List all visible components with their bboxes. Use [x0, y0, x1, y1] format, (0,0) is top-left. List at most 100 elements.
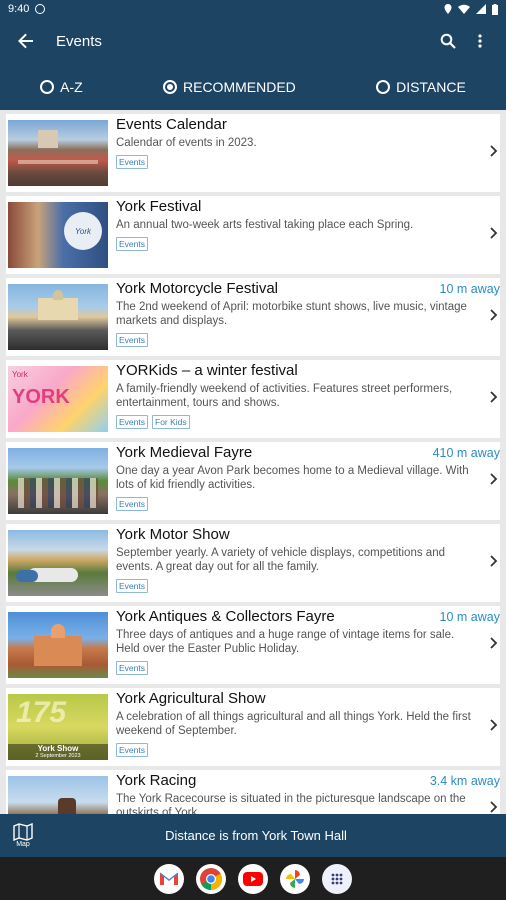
event-list-item[interactable]: York Motor Show September yearly. A vari… — [6, 524, 500, 602]
event-thumbnail — [8, 776, 108, 814]
radio-icon — [40, 80, 55, 94]
event-list-item[interactable]: York Medieval Fayre 410 m away One day a… — [6, 442, 500, 520]
chrome-icon — [200, 867, 222, 890]
back-button[interactable] — [12, 27, 40, 55]
event-tag: Events — [116, 743, 148, 757]
chevron-right-icon — [490, 145, 498, 157]
event-thumbnail — [8, 284, 108, 350]
event-distance: 10 m away — [439, 610, 500, 624]
event-tag: Events — [116, 579, 148, 593]
gmail-app-icon[interactable] — [154, 863, 184, 894]
sort-option-a-z[interactable]: A-Z — [40, 79, 83, 95]
event-distance: 10 m away — [439, 282, 500, 296]
event-list-item[interactable]: 175 York Show 2 September 2023 York Agri… — [6, 688, 500, 766]
youtube-icon — [243, 871, 263, 886]
event-tag: Events — [116, 415, 148, 429]
event-list-item[interactable]: York Antiques & Collectors Fayre 10 m aw… — [6, 606, 500, 684]
agricultural-date-text: 2 September 2023 — [35, 753, 81, 759]
event-list-item[interactable]: York Racing 3.4 km away The York Racecou… — [6, 770, 500, 814]
event-title: York Agricultural Show — [116, 690, 266, 707]
search-icon — [440, 33, 456, 49]
status-bar: 9:40 — [0, 0, 506, 18]
event-description: September yearly. A variety of vehicle d… — [116, 547, 445, 573]
event-tag: For Kids — [152, 415, 190, 429]
event-thumbnail — [8, 448, 108, 514]
arrow-back-icon — [18, 33, 33, 49]
event-list-item[interactable]: York YORK YORKids – a winter festival A … — [6, 360, 500, 438]
event-title: York Motor Show — [116, 526, 230, 543]
event-distance: 410 m away — [432, 446, 500, 460]
chevron-right-icon — [490, 473, 498, 485]
event-description: One day a year Avon Park becomes home to… — [116, 465, 469, 491]
more-vert-icon — [478, 34, 482, 48]
bottom-bar: Map Distance is from York Town Hall — [0, 814, 506, 857]
event-thumbnail: York — [8, 202, 108, 268]
map-label: Map — [16, 841, 30, 848]
event-description: Three days of antiques and a huge range … — [116, 629, 455, 655]
event-list-item[interactable]: Events Calendar Calendar of events in 20… — [6, 114, 500, 192]
yorkids-logo-text: YORK — [12, 386, 70, 408]
yorkids-small-text: York — [12, 370, 28, 379]
chevron-right-icon — [490, 309, 498, 321]
chevron-right-icon — [490, 801, 498, 813]
radio-checked-icon — [163, 80, 177, 94]
event-tag: Events — [116, 333, 148, 347]
sort-option-distance[interactable]: DISTANCE — [376, 79, 466, 95]
app-bar: Events — [0, 18, 506, 64]
sort-option-label: RECOMMENDED — [183, 79, 296, 95]
event-title: Events Calendar — [116, 116, 227, 133]
event-list[interactable]: Events Calendar Calendar of events in 20… — [0, 110, 506, 814]
photos-icon — [286, 869, 304, 888]
event-thumbnail — [8, 120, 108, 186]
notification-icon — [35, 4, 46, 14]
event-thumbnail: York YORK — [8, 366, 108, 432]
apps-grid-icon — [331, 873, 343, 884]
chevron-right-icon — [490, 555, 498, 567]
event-description: The 2nd weekend of April: motorbike stun… — [116, 301, 467, 327]
festival-logo-text: York — [74, 226, 91, 236]
chevron-right-icon — [490, 637, 498, 649]
sort-bar: A-Z RECOMMENDED DISTANCE — [0, 64, 506, 110]
signal-icon — [476, 4, 486, 14]
sort-option-recommended[interactable]: RECOMMENDED — [163, 79, 296, 95]
search-button[interactable] — [434, 27, 462, 55]
status-time: 9:40 — [8, 3, 30, 15]
event-tag: Events — [116, 155, 148, 169]
sort-option-label: DISTANCE — [396, 79, 466, 95]
distance-info-text: Distance is from York Town Hall — [165, 828, 347, 843]
event-description: A celebration of all things agricultural… — [116, 711, 471, 737]
youtube-app-icon[interactable] — [238, 863, 268, 894]
wifi-icon — [458, 4, 470, 14]
location-icon — [444, 4, 452, 14]
gmail-icon — [159, 872, 179, 885]
event-list-item[interactable]: York York Festival An annual two-week ar… — [6, 196, 500, 274]
event-title: York Festival — [116, 198, 202, 215]
more-options-button[interactable] — [466, 27, 494, 55]
app-drawer-icon[interactable] — [322, 863, 352, 894]
radio-icon — [376, 80, 391, 94]
agricultural-number-text: 175 — [16, 696, 67, 729]
page-title: Events — [56, 32, 102, 50]
photos-app-icon[interactable] — [280, 863, 310, 894]
chevron-right-icon — [490, 391, 498, 403]
sort-option-label: A-Z — [60, 79, 83, 95]
chevron-right-icon — [490, 719, 498, 731]
map-button[interactable]: Map — [0, 823, 46, 848]
map-icon — [13, 823, 33, 841]
event-tag: Events — [116, 237, 148, 251]
chevron-right-icon — [490, 227, 498, 239]
event-thumbnail: 175 York Show 2 September 2023 — [8, 694, 108, 760]
event-description: A family-friendly weekend of activities.… — [116, 383, 453, 409]
event-title: YORKids – a winter festival — [116, 362, 298, 379]
event-thumbnail — [8, 530, 108, 596]
event-list-item[interactable]: York Motorcycle Festival 10 m away The 2… — [6, 278, 500, 356]
event-tag: Events — [116, 497, 148, 511]
event-thumbnail — [8, 612, 108, 678]
system-dock — [0, 857, 506, 900]
chrome-app-icon[interactable] — [196, 863, 226, 894]
battery-icon — [492, 3, 498, 15]
event-tag: Events — [116, 661, 148, 675]
event-description: Calendar of events in 2023. — [116, 137, 257, 149]
agricultural-show-text: York Show — [37, 744, 79, 753]
event-description: An annual two-week arts festival taking … — [116, 219, 414, 231]
